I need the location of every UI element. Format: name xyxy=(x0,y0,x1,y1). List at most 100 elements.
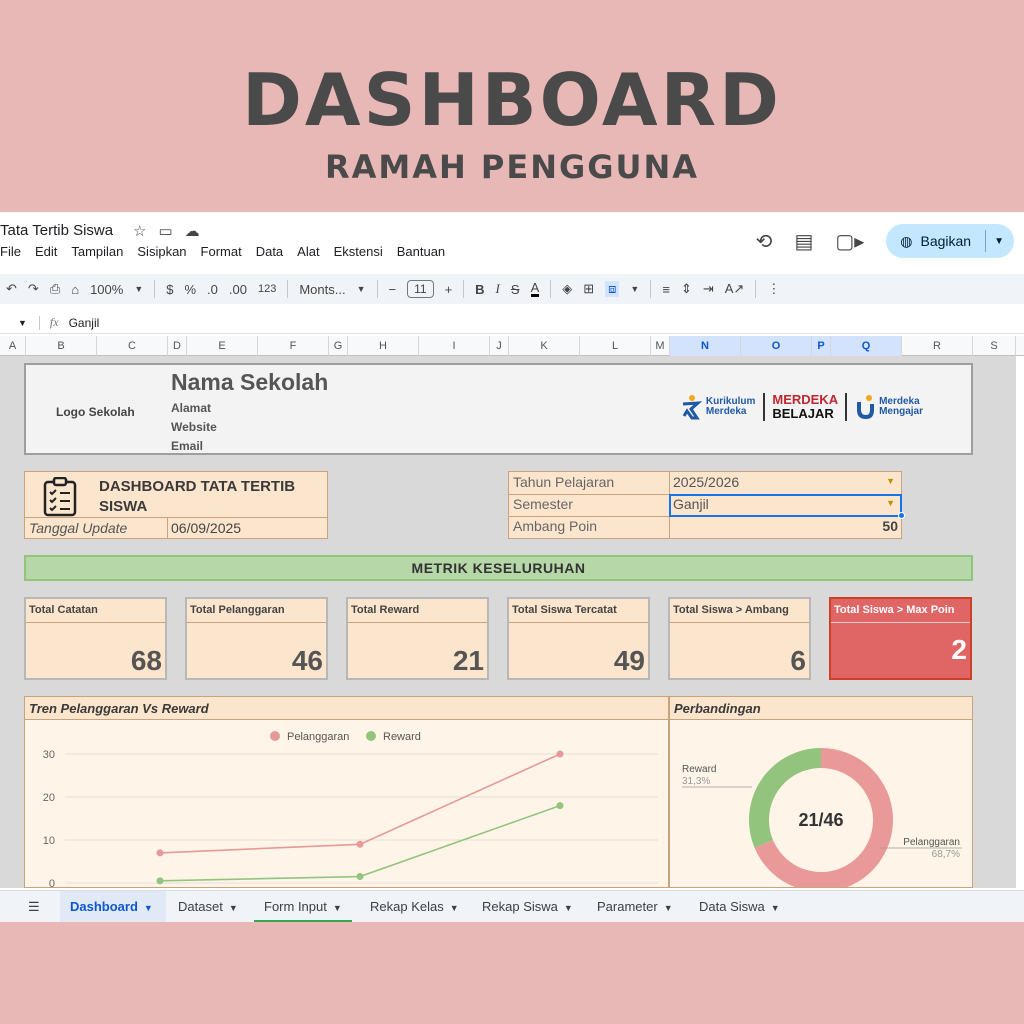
column-header[interactable]: H xyxy=(348,336,419,356)
data-point-pelanggaran[interactable] xyxy=(556,750,564,758)
column-header[interactable]: M xyxy=(651,336,670,356)
data-point-pelanggaran[interactable] xyxy=(356,840,364,848)
column-header[interactable]: J xyxy=(490,336,509,356)
column-header[interactable]: F xyxy=(258,336,329,356)
cloud-status-icon[interactable]: ☁ xyxy=(185,222,200,240)
legend-pelanggaran-label: Pelanggaran xyxy=(287,731,349,743)
document-title[interactable]: Tata Tertib Siswa xyxy=(0,222,113,239)
data-point-reward[interactable] xyxy=(156,877,164,885)
number-format-button[interactable]: 123 xyxy=(258,283,276,295)
share-dropdown-icon[interactable]: ▼ xyxy=(994,236,1004,247)
comments-icon[interactable]: ▤ xyxy=(794,229,813,254)
name-box-dropdown-icon[interactable]: ▼ xyxy=(18,318,27,328)
text-rotation-icon[interactable]: A↗ xyxy=(725,281,745,297)
column-header[interactable]: E xyxy=(187,336,258,356)
column-header[interactable]: D xyxy=(168,336,187,356)
series-line-pelanggaran[interactable] xyxy=(159,753,561,854)
sheet-grid[interactable]: Logo Sekolah Nama Sekolah Alamat Website… xyxy=(0,356,1016,892)
menu-insert[interactable]: Sisipkan xyxy=(137,244,186,259)
undo-icon[interactable]: ↶ xyxy=(6,281,17,297)
year-select[interactable]: 2025/2026 xyxy=(673,474,739,490)
year-dropdown-icon[interactable]: ▼ xyxy=(886,476,895,486)
metric-label: Total Pelanggaran xyxy=(187,599,326,623)
text-wrap-icon[interactable]: ⇥ xyxy=(703,281,714,297)
trend-line-chart[interactable]: Pelanggaran Reward 0 10 20 30 xyxy=(25,720,668,890)
column-header[interactable]: L xyxy=(580,336,651,356)
fill-color-icon[interactable]: ◈ xyxy=(562,281,572,297)
metric-label: Total Siswa > Ambang xyxy=(670,599,809,623)
paint-format-icon[interactable]: ⌂ xyxy=(71,282,79,297)
tab-data-siswa[interactable]: Data Siswa ▼ xyxy=(689,891,790,922)
text-color-button[interactable]: A xyxy=(530,281,540,297)
star-icon[interactable]: ☆ xyxy=(133,222,146,240)
increase-decimal-button[interactable]: .00 xyxy=(229,282,247,297)
menu-format[interactable]: Format xyxy=(201,244,242,259)
tab-dataset[interactable]: Dataset ▼ xyxy=(168,891,248,922)
threshold-value[interactable]: 50 xyxy=(882,518,898,534)
column-header[interactable]: R xyxy=(902,336,973,356)
more-options-icon[interactable]: ⋮ xyxy=(767,281,780,297)
italic-button[interactable]: I xyxy=(496,281,500,297)
align-left-icon[interactable]: ≡ xyxy=(662,282,670,297)
fill-handle[interactable] xyxy=(898,512,905,519)
tab-form-input[interactable]: Form Input ▼ xyxy=(254,891,352,922)
school-logo-placeholder: Logo Sekolah xyxy=(56,405,135,419)
vertical-align-icon[interactable]: ⇕ xyxy=(681,281,692,297)
font-select[interactable]: Monts... xyxy=(299,282,345,297)
all-sheets-menu-icon[interactable]: ☰ xyxy=(18,891,50,922)
y-tick-label: 0 xyxy=(49,878,55,887)
column-header[interactable]: P xyxy=(812,336,831,356)
donut-slice-reward[interactable] xyxy=(749,748,821,848)
update-date[interactable]: 06/09/2025 xyxy=(171,520,241,536)
zoom-select[interactable]: 100% xyxy=(90,282,123,297)
menu-extensions[interactable]: Ekstensi xyxy=(334,244,383,259)
borders-icon[interactable]: ⊞ xyxy=(583,281,594,297)
column-header[interactable]: N xyxy=(670,336,741,356)
menu-data[interactable]: Data xyxy=(256,244,283,259)
percent-format-button[interactable]: % xyxy=(184,282,196,297)
column-header[interactable]: O xyxy=(741,336,812,356)
strikethrough-button[interactable]: S xyxy=(511,282,520,297)
menu-edit[interactable]: Edit xyxy=(35,244,57,259)
print-icon[interactable]: ⎙ xyxy=(50,281,60,297)
currency-format-button[interactable]: $ xyxy=(166,282,173,297)
tab-parameter[interactable]: Parameter ▼ xyxy=(587,891,683,922)
decrease-decimal-button[interactable]: .0 xyxy=(207,282,218,297)
metric-card-alert: Total Siswa > Max Poin 2 xyxy=(829,597,972,680)
school-name: Nama Sekolah xyxy=(171,369,329,395)
data-point-pelanggaran[interactable] xyxy=(156,849,164,857)
column-header[interactable]: I xyxy=(419,336,490,356)
column-header[interactable]: C xyxy=(97,336,168,356)
menu-file[interactable]: File xyxy=(0,244,21,259)
zoom-dropdown-icon[interactable]: ▼ xyxy=(134,284,143,294)
menu-help[interactable]: Bantuan xyxy=(397,244,445,259)
threshold-row: Ambang Poin 50 xyxy=(509,516,901,538)
meet-icon[interactable]: ▢▸ xyxy=(835,229,864,254)
font-size-input[interactable]: 11 xyxy=(407,280,434,298)
menu-view[interactable]: Tampilan xyxy=(71,244,123,259)
column-header[interactable]: S xyxy=(973,336,1016,356)
column-header[interactable]: Q xyxy=(831,336,902,356)
font-size-increase-button[interactable]: + xyxy=(445,282,453,297)
column-header[interactable]: G xyxy=(329,336,348,356)
column-header[interactable]: A xyxy=(0,336,26,356)
data-point-reward[interactable] xyxy=(556,802,564,810)
tab-dashboard[interactable]: Dashboard ▼ xyxy=(60,891,166,922)
column-header[interactable]: B xyxy=(26,336,97,356)
merge-cells-icon[interactable]: ⧈ xyxy=(605,281,620,297)
tab-rekap-kelas[interactable]: Rekap Kelas ▼ xyxy=(360,891,469,922)
font-size-decrease-button[interactable]: − xyxy=(389,282,397,297)
merge-dropdown-icon[interactable]: ▼ xyxy=(630,284,639,294)
tab-rekap-siswa[interactable]: Rekap Siswa ▼ xyxy=(472,891,583,922)
redo-icon[interactable]: ↷ xyxy=(28,281,39,297)
menu-tools[interactable]: Alat xyxy=(297,244,319,259)
bold-button[interactable]: B xyxy=(475,282,484,297)
data-point-reward[interactable] xyxy=(356,873,364,881)
font-dropdown-icon[interactable]: ▼ xyxy=(357,284,366,294)
history-icon[interactable]: ⟲ xyxy=(756,229,773,254)
move-folder-icon[interactable]: ▭ xyxy=(158,222,172,240)
column-header[interactable]: K xyxy=(509,336,580,356)
comparison-donut-chart[interactable]: 21/46 Reward 31,3% Pelanggaran 68,7% xyxy=(670,720,972,892)
share-button[interactable]: ◍ Bagikan ▼ xyxy=(886,224,1014,258)
formula-input[interactable]: Ganjil xyxy=(69,316,100,330)
